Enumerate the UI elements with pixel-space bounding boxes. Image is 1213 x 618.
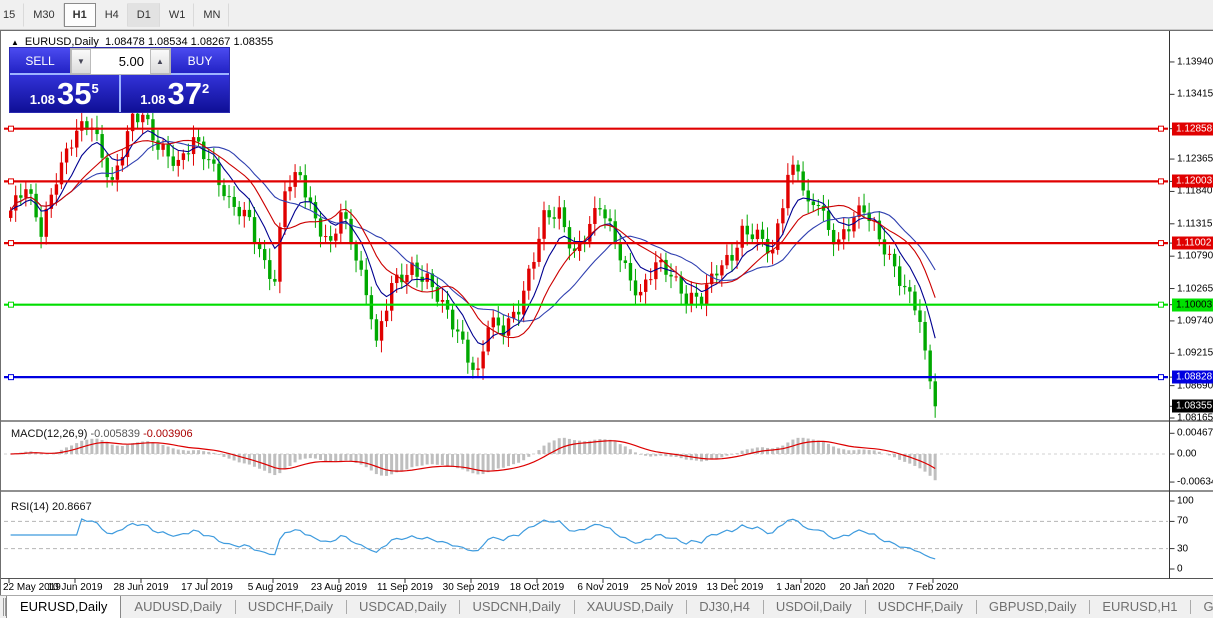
- chart-canvas[interactable]: [1, 31, 1213, 596]
- timeframe-button-h1[interactable]: H1: [63, 3, 96, 27]
- date-axis-label: 13 Dec 2019: [706, 582, 764, 593]
- date-axis-label: 25 Nov 2019: [640, 582, 698, 593]
- date-axis-label: 23 Aug 2019: [310, 582, 368, 593]
- price-axis-label: 1.10265: [1177, 283, 1213, 295]
- macd-axis-label: 0.00: [1177, 448, 1197, 460]
- sell-price-prefix: 1.08: [29, 92, 56, 107]
- price-axis-label: 1.08165: [1177, 412, 1213, 424]
- volume-decrease-icon[interactable]: ▼: [71, 49, 91, 74]
- rsi-name: RSI(14): [11, 501, 49, 513]
- volume-field[interactable]: 5.00: [91, 49, 150, 74]
- price-axis-label: 1.10790: [1177, 250, 1213, 262]
- timeframe-button-w1[interactable]: W1: [160, 3, 195, 27]
- macd-label: MACD(12,26,9) -0.005839 -0.003906: [11, 428, 193, 440]
- tabs-host: EURUSD,Daily AUDUSD,Daily USDCHF,Daily USDC…: [6, 596, 1213, 618]
- tab-eurusd-h1[interactable]: EURUSD,H1: [1089, 596, 1190, 618]
- timeframe-toolbar: 15 M30 H1 H4 D1 W1 MN: [0, 0, 1213, 30]
- date-axis-label: 17 Jul 2019: [181, 582, 233, 593]
- timeframe-button-d1[interactable]: D1: [127, 3, 160, 27]
- price-axis-label: 1.13940: [1177, 56, 1213, 68]
- symbol-tabbar: EURUSD,Daily AUDUSD,Daily USDCHF,Daily USDC…: [0, 595, 1213, 618]
- one-click-trade-panel: SELL ▼ 5.00 ▲ BUY 1.08 35 5 1.08 37 2: [9, 47, 230, 113]
- price-axis-badge: 1.12858: [1172, 122, 1213, 136]
- tab-eurusd-daily[interactable]: EURUSD,Daily: [6, 596, 122, 618]
- rsi-axis-label: 0: [1177, 563, 1183, 575]
- price-axis-badge: 1.12003: [1172, 174, 1213, 188]
- rsi-label: RSI(14) 20.8667: [11, 501, 92, 513]
- macd-name: MACD(12,26,9): [11, 428, 88, 440]
- date-axis-label: 28 Jun 2019: [113, 582, 169, 593]
- price-axis-badge: 1.11002: [1172, 236, 1213, 250]
- sell-price-display[interactable]: 1.08 35 5: [10, 75, 119, 112]
- tab-gbpaud-h1[interactable]: GBPAUD,H1: [1190, 596, 1213, 618]
- timeframe-button-mn[interactable]: MN: [194, 3, 230, 27]
- price-axis-badge: 1.10003: [1172, 298, 1213, 312]
- rsi-axis-label: 70: [1177, 515, 1189, 527]
- buy-price-prefix: 1.08: [140, 92, 166, 107]
- tab-usdoil-daily[interactable]: USDOil,Daily: [762, 596, 865, 618]
- buy-price-pip: 2: [202, 81, 210, 96]
- tab-usdcad-daily[interactable]: USDCAD,Daily: [346, 596, 459, 618]
- macd-axis-label: 0.004679: [1177, 427, 1213, 439]
- rsi-axis-label: 30: [1177, 543, 1189, 555]
- sell-price-pip: 5: [91, 81, 99, 96]
- date-axis-label: 5 Aug 2019: [247, 582, 299, 593]
- timeframe-button-m30[interactable]: M30: [24, 3, 64, 27]
- price-axis-label: 1.12365: [1177, 153, 1213, 165]
- tab-audusd-daily[interactable]: AUDUSD,Daily: [121, 596, 234, 618]
- tab-gbpusd-daily[interactable]: GBPUSD,Daily: [975, 596, 1089, 618]
- price-axis-label: 1.13415: [1177, 88, 1213, 100]
- chart-window: ▲ EURUSD,Daily 1.08478 1.08534 1.08267 1.…: [0, 29, 1213, 596]
- buy-price-main: 37: [167, 76, 203, 111]
- sell-price-main: 35: [57, 76, 92, 111]
- sell-button[interactable]: SELL: [10, 48, 70, 75]
- tab-usdchf-daily[interactable]: USDCHF,Daily: [864, 596, 976, 618]
- buy-price-display[interactable]: 1.08 37 2: [120, 75, 229, 112]
- date-axis-label: 6 Nov 2019: [577, 582, 629, 593]
- price-axis-label: 1.09740: [1177, 315, 1213, 327]
- date-axis-label: 18 Oct 2019: [509, 582, 565, 593]
- tab-usdchf-daily[interactable]: USDCHF,Daily: [234, 596, 346, 618]
- tab-dj30-h4[interactable]: DJ30,H4: [686, 596, 763, 618]
- price-axis-badge: 1.08355: [1172, 399, 1213, 413]
- date-axis-label: 7 Feb 2020: [907, 582, 959, 593]
- date-axis-label: 11 Sep 2019: [377, 582, 433, 593]
- tab-xauusd-daily[interactable]: XAUUSD,Daily: [573, 596, 687, 618]
- rsi-value: 20.8667: [51, 501, 92, 513]
- date-axis-label: 30 Sep 2019: [442, 582, 500, 593]
- rsi-axis-label: 100: [1177, 495, 1194, 507]
- price-axis-label: 1.11315: [1177, 218, 1213, 230]
- timeframe-button-h4[interactable]: H4: [96, 3, 128, 27]
- tab-usdcnh-daily[interactable]: USDCNH,Daily: [459, 596, 573, 618]
- volume-spinner: ▼ 5.00 ▲: [70, 48, 171, 75]
- buy-button[interactable]: BUY: [171, 48, 229, 75]
- mt4-terminal: { "toolbar": { "timeframes": [ {"label":…: [0, 0, 1213, 618]
- volume-increase-icon[interactable]: ▲: [150, 49, 170, 74]
- price-axis-badge: 1.08828: [1172, 370, 1213, 384]
- price-axis-label: 1.09215: [1177, 347, 1213, 359]
- date-axis-label: 1 Jan 2020: [776, 582, 826, 593]
- macd-axis-label: -0.00634: [1177, 476, 1213, 488]
- date-axis-label: 10 Jun 2019: [47, 582, 103, 593]
- macd-signal-value: -0.003906: [143, 428, 193, 440]
- timeframe-button-15[interactable]: 15: [0, 3, 25, 27]
- macd-main-value: -0.005839: [90, 428, 141, 440]
- date-axis-label: 20 Jan 2020: [839, 582, 895, 593]
- collapse-icon[interactable]: ▲: [11, 38, 19, 47]
